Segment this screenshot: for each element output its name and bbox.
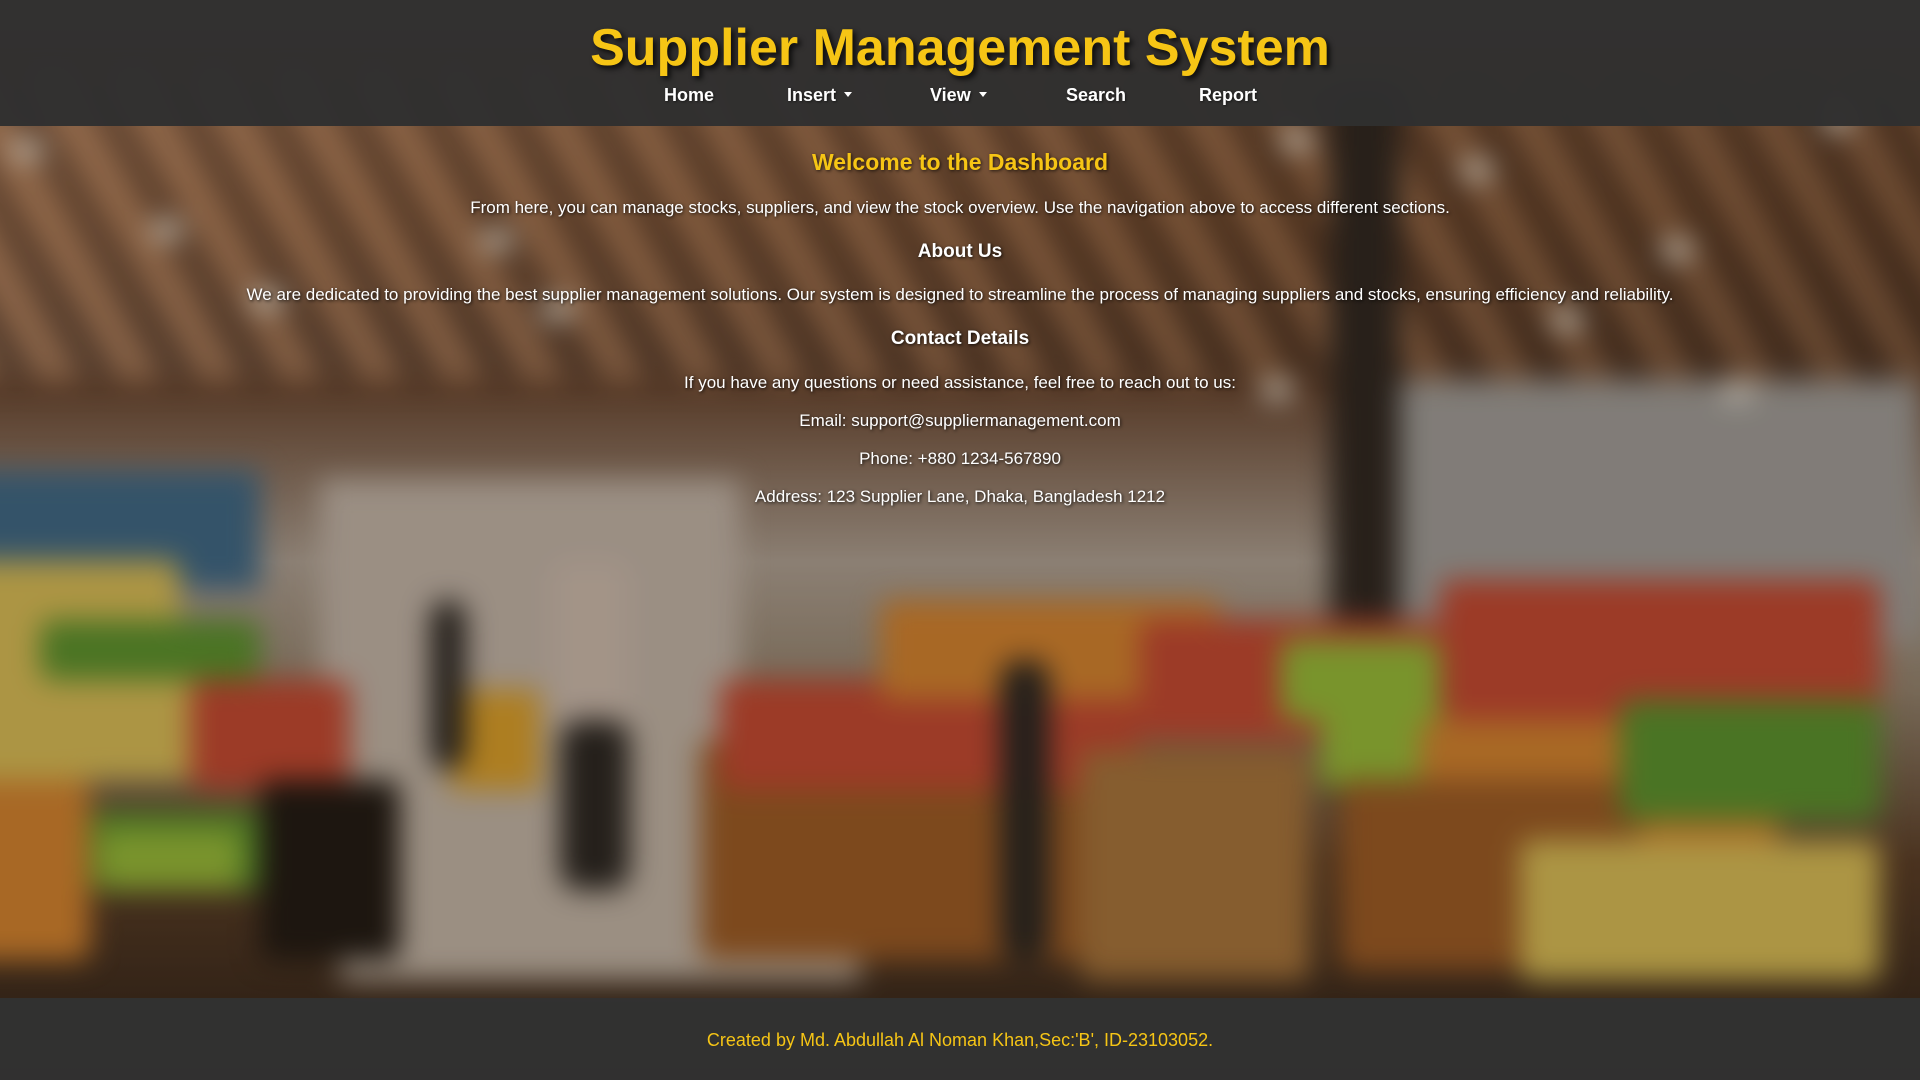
site-title: Supplier Management System — [590, 19, 1330, 77]
site-header: Supplier Management System Home Insert V… — [0, 0, 1920, 126]
contact-address: Address: 123 Supplier Lane, Dhaka, Bangl… — [754, 487, 1166, 506]
caret-down-icon — [844, 91, 853, 97]
dashboard-content: Welcome to the Dashboard From here, you … — [0, 126, 1920, 998]
contact-phone: Phone: +880 1234-567890 — [859, 449, 1061, 468]
nav-search[interactable]: Search — [1066, 82, 1126, 108]
nav-report[interactable]: Report — [1199, 82, 1257, 108]
caret-down-icon — [978, 91, 987, 97]
contact-email: Email: support@suppliermanagement.com — [799, 411, 1121, 430]
footer-credit: Created by Md. Abdullah Al Noman Khan,Se… — [706, 1030, 1214, 1050]
main-nav: Home Insert View Search Report — [0, 82, 1920, 108]
about-heading: About Us — [917, 241, 1003, 262]
site-footer: Created by Md. Abdullah Al Noman Khan,Se… — [0, 998, 1920, 1080]
nav-search-label: Search — [1066, 85, 1127, 105]
about-text: We are dedicated to providing the best s… — [246, 285, 1674, 304]
nav-home-label: Home — [664, 85, 715, 105]
nav-home[interactable]: Home — [664, 82, 714, 108]
nav-insert-dropdown[interactable]: Insert — [787, 82, 853, 108]
nav-view-label: View — [930, 85, 971, 105]
contact-heading: Contact Details — [890, 328, 1030, 349]
nav-report-label: Report — [1199, 85, 1257, 105]
welcome-heading: Welcome to the Dashboard — [811, 149, 1109, 175]
welcome-text: From here, you can manage stocks, suppli… — [470, 198, 1450, 217]
nav-insert-label: Insert — [787, 85, 837, 105]
contact-intro: If you have any questions or need assist… — [684, 373, 1236, 392]
nav-view-dropdown[interactable]: View — [930, 82, 987, 108]
